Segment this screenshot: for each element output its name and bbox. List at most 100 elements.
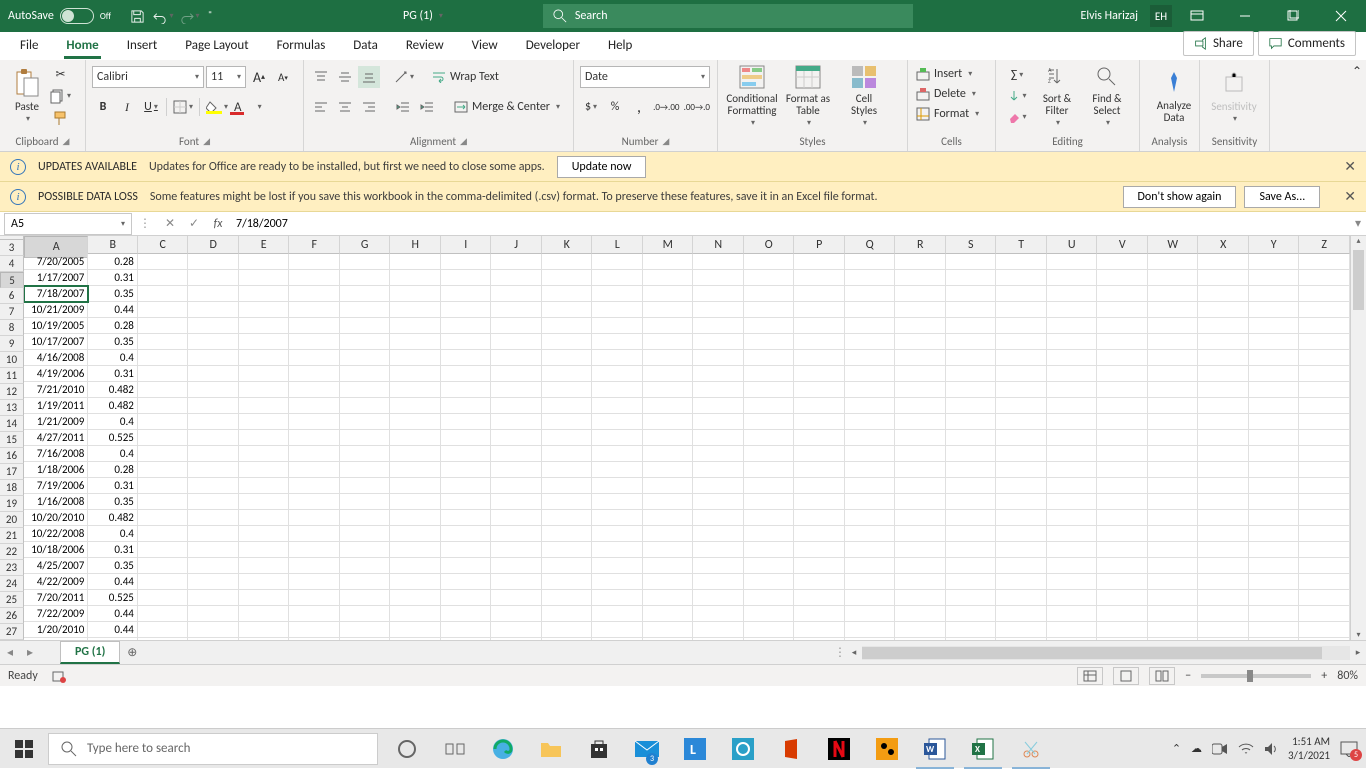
cell-I3[interactable] xyxy=(441,254,492,270)
cell-O12[interactable] xyxy=(744,398,795,414)
cell-Q25[interactable] xyxy=(845,606,896,622)
cell-J22[interactable] xyxy=(491,558,542,574)
row-header-27[interactable]: 27 xyxy=(0,624,24,640)
tab-formulas[interactable]: Formulas xyxy=(263,32,340,59)
app-l-icon[interactable]: L xyxy=(672,729,718,769)
italic-button[interactable]: I xyxy=(116,96,138,118)
col-header-C[interactable]: C xyxy=(138,236,189,254)
cell-A14[interactable]: 4/27/2011 xyxy=(24,430,88,446)
cell-D24[interactable] xyxy=(188,590,239,606)
cell-G11[interactable] xyxy=(340,382,391,398)
cell-L17[interactable] xyxy=(592,478,643,494)
cell-A22[interactable]: 4/25/2007 xyxy=(24,558,88,574)
cell-T22[interactable] xyxy=(996,558,1047,574)
cell-Z12[interactable] xyxy=(1299,398,1350,414)
cell-R24[interactable] xyxy=(895,590,946,606)
cell-T8[interactable] xyxy=(996,334,1047,350)
cell-N5[interactable] xyxy=(693,286,744,302)
cell-V8[interactable] xyxy=(1097,334,1148,350)
cell-D9[interactable] xyxy=(188,350,239,366)
cell-A13[interactable]: 1/21/2009 xyxy=(24,414,88,430)
cell-U7[interactable] xyxy=(1047,318,1098,334)
cell-A8[interactable]: 10/17/2007 xyxy=(24,334,88,350)
cell-W4[interactable] xyxy=(1148,270,1199,286)
cell-V27[interactable] xyxy=(1097,638,1148,640)
cell-D12[interactable] xyxy=(188,398,239,414)
cell-T5[interactable] xyxy=(996,286,1047,302)
cell-Q23[interactable] xyxy=(845,574,896,590)
cell-K15[interactable] xyxy=(542,446,593,462)
cell-A12[interactable]: 1/19/2011 xyxy=(24,398,88,414)
cell-K20[interactable] xyxy=(542,526,593,542)
cell-E17[interactable] xyxy=(239,478,290,494)
cell-U22[interactable] xyxy=(1047,558,1098,574)
cell-C26[interactable] xyxy=(138,622,189,638)
cell-H5[interactable] xyxy=(390,286,441,302)
cell-M24[interactable] xyxy=(643,590,694,606)
name-box[interactable]: A5▾ xyxy=(4,213,132,235)
task-view-icon[interactable] xyxy=(432,729,478,769)
cell-Q3[interactable] xyxy=(845,254,896,270)
cell-L3[interactable] xyxy=(592,254,643,270)
cell-J12[interactable] xyxy=(491,398,542,414)
cell-Y19[interactable] xyxy=(1249,510,1300,526)
macro-record-icon[interactable] xyxy=(52,669,66,683)
cell-Z24[interactable] xyxy=(1299,590,1350,606)
cell-Z9[interactable] xyxy=(1299,350,1350,366)
grow-font-icon[interactable]: A▴ xyxy=(248,66,270,88)
fx-icon[interactable]: fx xyxy=(206,217,230,231)
cell-G15[interactable] xyxy=(340,446,391,462)
cell-F19[interactable] xyxy=(289,510,340,526)
row-header-24[interactable]: 24 xyxy=(0,576,24,592)
cell-D19[interactable] xyxy=(188,510,239,526)
cell-W9[interactable] xyxy=(1148,350,1199,366)
cell-L5[interactable] xyxy=(592,286,643,302)
cell-X12[interactable] xyxy=(1198,398,1249,414)
row-header-20[interactable]: 20 xyxy=(0,512,24,528)
cell-F7[interactable] xyxy=(289,318,340,334)
cell-Y11[interactable] xyxy=(1249,382,1300,398)
cell-Z11[interactable] xyxy=(1299,382,1350,398)
cell-I26[interactable] xyxy=(441,622,492,638)
cell-B9[interactable]: 0.4 xyxy=(88,350,138,366)
cell-H11[interactable] xyxy=(390,382,441,398)
cell-S27[interactable] xyxy=(946,638,997,640)
insert-cells-button[interactable]: Insert▾ xyxy=(914,64,989,84)
comma-icon[interactable]: , xyxy=(628,96,650,118)
cell-Y8[interactable] xyxy=(1249,334,1300,350)
cell-F16[interactable] xyxy=(289,462,340,478)
cell-Y17[interactable] xyxy=(1249,478,1300,494)
cell-X5[interactable] xyxy=(1198,286,1249,302)
cell-U3[interactable] xyxy=(1047,254,1098,270)
col-header-X[interactable]: X xyxy=(1198,236,1249,254)
cell-M17[interactable] xyxy=(643,478,694,494)
cell-C6[interactable] xyxy=(138,302,189,318)
find-select-button[interactable]: Find & Select▾ xyxy=(1082,62,1132,128)
cell-V17[interactable] xyxy=(1097,478,1148,494)
cell-L16[interactable] xyxy=(592,462,643,478)
cell-Q9[interactable] xyxy=(845,350,896,366)
cell-M7[interactable] xyxy=(643,318,694,334)
row-header-13[interactable]: 13 xyxy=(0,400,24,416)
cell-O4[interactable] xyxy=(744,270,795,286)
cell-C13[interactable] xyxy=(138,414,189,430)
cell-D11[interactable] xyxy=(188,382,239,398)
cell-B22[interactable]: 0.35 xyxy=(88,558,138,574)
cell-O20[interactable] xyxy=(744,526,795,542)
cell-D8[interactable] xyxy=(188,334,239,350)
col-header-F[interactable]: F xyxy=(289,236,340,254)
cell-L8[interactable] xyxy=(592,334,643,350)
horizontal-scrollbar[interactable]: ◂▸ xyxy=(846,646,1366,660)
cell-K13[interactable] xyxy=(542,414,593,430)
cell-E10[interactable] xyxy=(239,366,290,382)
analyze-data-button[interactable]: Analyze Data xyxy=(1146,62,1202,128)
cell-T26[interactable] xyxy=(996,622,1047,638)
cell-N13[interactable] xyxy=(693,414,744,430)
row-header-21[interactable]: 21 xyxy=(0,528,24,544)
cell-T9[interactable] xyxy=(996,350,1047,366)
align-bottom-icon[interactable] xyxy=(358,66,380,88)
cell-W15[interactable] xyxy=(1148,446,1199,462)
cell-A18[interactable]: 1/16/2008 xyxy=(24,494,88,510)
cell-E24[interactable] xyxy=(239,590,290,606)
cell-O3[interactable] xyxy=(744,254,795,270)
